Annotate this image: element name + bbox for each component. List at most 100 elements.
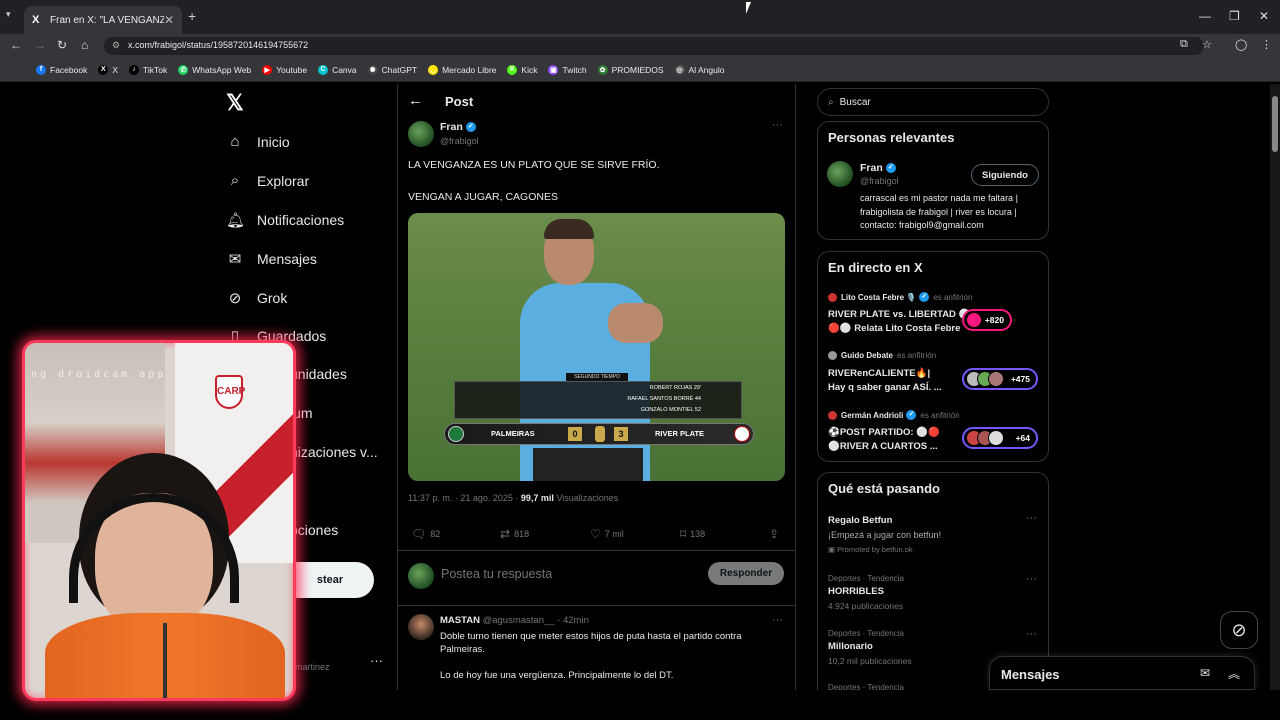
nav-item-grok[interactable]: ⊘ Grok [226,289,288,307]
nav-label: Notificaciones [257,212,345,228]
minimize-icon[interactable]: — [1199,9,1211,23]
author-handle[interactable]: @frabigol [440,136,479,146]
bookmark-item[interactable]: f Facebook [36,64,87,75]
nav-item-mensajes[interactable]: ✉ Mensajes [226,250,317,268]
trend-name[interactable]: HORRIBLES [828,586,884,597]
bookmark-item[interactable]: ♪ TikTok [129,64,167,75]
bookmark-item[interactable]: ◡ Mercado Libre [428,64,496,75]
grok-floating-icon[interactable]: ⊘ [1220,611,1258,649]
nav-label: Inicio [257,133,290,150]
comment-more-icon[interactable]: ··· [772,614,783,626]
live-listeners-pill[interactable]: +820 [962,309,1012,331]
bookmark-action[interactable]: ⌑ 138 [680,527,705,541]
bookmark-item[interactable]: ◎ Al Angulo [674,64,725,75]
author-avatar[interactable] [408,121,434,147]
trend-name[interactable]: Regalo Betfun [828,515,892,526]
home-browser-icon[interactable]: ⌂ [81,38,88,52]
nav-item-inicio[interactable]: ⌂ Inicio [226,133,290,150]
promoted-label: ▣ Promoted by betfun.ok [828,545,913,554]
browser-tab[interactable]: X Fran en X: "LA VENGANZA ES U ✕ [24,6,182,34]
url-text: x.com/frabigol/status/195872014619475567… [128,40,309,50]
account-more-icon[interactable]: ··· [370,653,383,668]
bookmark-label: Al Angulo [688,64,725,75]
repost-action[interactable]: ⇄ 818 [500,527,529,541]
relevant-avatar[interactable] [827,161,853,187]
bookmark-item[interactable]: ▶ Youtube [262,64,307,75]
repost-icon: ⇄ [500,527,511,541]
close-window-icon[interactable]: ✕ [1259,9,1269,23]
restore-icon[interactable]: ❐ [1229,9,1240,23]
forward-icon[interactable]: → [34,38,46,52]
following-button[interactable]: Siguiendo [971,164,1039,186]
away-score: 3 [614,427,628,441]
reload-icon[interactable]: ↻ [57,38,67,52]
jacket-zip [163,623,167,698]
new-tab-icon[interactable]: + [188,8,196,24]
scrollbar-thumb[interactable] [1272,96,1278,152]
scorer-line: ROBERT ROJAS 29' [649,385,701,391]
live-title-line: ⚽POST PARTIDO: ⚪🔴 [828,427,940,438]
trend-more-icon[interactable]: ··· [1026,573,1037,585]
live-host[interactable]: Germán Andrioli ✓ es anfitrión [828,410,960,420]
live-title[interactable]: RIVER PLATE vs. LIBERTAD ⚪ 🔴⚪ Relata Lito… [828,308,970,335]
nav-item-mas-opciones[interactable]: pciones [290,522,338,538]
host-role: es anfitrión [897,351,937,360]
nav-item-monetizaciones[interactable]: nizaciones v... [290,444,378,460]
url-field[interactable]: ⚙ x.com/frabigol/status/1958720146194755… [104,37,1204,55]
live-title[interactable]: ⚽POST PARTIDO: ⚪🔴 ⚪RIVER A CUARTOS ... [828,426,940,453]
live-title-line: RIVERenCALIENTE🔥| [828,368,931,379]
river-crest-icon: CARP [215,375,245,409]
search-input[interactable]: ⌕ Buscar [817,88,1049,116]
bookmark-item[interactable]: K Kick [507,64,538,75]
page-scrollbar[interactable] [1270,84,1280,690]
comment-avatar[interactable] [408,614,434,640]
back-arrow-icon[interactable]: ← [408,92,423,109]
browser-menu-icon[interactable]: ⋮ [1261,38,1272,51]
comment-handle[interactable]: @agusmastan__ · 42min [480,615,589,626]
comment-author[interactable]: MASTAN [440,615,480,626]
live-title[interactable]: RIVERenCALIENTE🔥| Hay q saber ganar ASÍ. … [828,367,942,394]
author-name[interactable]: Fran ✓ [440,121,476,133]
reply-button[interactable]: Responder [708,562,784,585]
messages-drawer[interactable]: Mensajes ✉ ︽ [989,656,1255,690]
reply-input[interactable]: Postea tu respuesta [441,567,552,581]
live-title-line: Hay q saber ganar ASÍ. ... [828,381,942,393]
x-logo-icon[interactable]: 𝕏 [226,90,244,116]
close-tab-icon[interactable]: ✕ [164,13,174,27]
new-message-icon[interactable]: ✉ [1200,666,1210,680]
trend-more-icon[interactable]: ··· [1026,512,1037,524]
bookmark-label: Kick [521,64,538,75]
share-action[interactable]: ⇪ [769,527,783,541]
post-time[interactable]: 11:37 p. m. · 21 ago. 2025 · [408,493,521,503]
install-app-icon[interactable]: ⧉ [1180,38,1188,51]
bookmark-item[interactable]: ▣ Twitch [548,64,587,75]
comment-text: Doble turno tienen que meter estos hijos… [440,631,742,655]
reply-action[interactable]: 🗨︎ 82 [411,527,440,541]
nav-item-comunidades[interactable]: unidades [290,366,347,382]
post-media-image[interactable]: SEGUNDO TIEMPO ROBERT ROJAS 29' RAFAEL S… [408,213,785,481]
bookmark-item[interactable]: ✆ WhatsApp Web [178,64,251,75]
nav-item-explorar[interactable]: ⌕ Explorar [226,172,309,189]
live-listeners-pill[interactable]: +64 [962,427,1038,449]
trend-name[interactable]: Millonario [828,641,873,652]
live-host[interactable]: Guido Debate es anfitrión [828,351,936,360]
live-listeners-pill[interactable]: +475 [962,368,1038,390]
bookmark-favicon-icon: ◡ [428,64,439,75]
bookmark-item[interactable]: ✺ ChatGPT [367,64,417,75]
relevant-name[interactable]: Fran ✓ [860,162,896,174]
like-action[interactable]: ♡ 7 mil [590,527,624,541]
bookmark-item[interactable]: XX [98,64,118,75]
live-host[interactable]: Lito Costa Febre 🎙️ ✓ es anfitrión [828,292,972,302]
site-info-icon[interactable]: ⚙ [112,40,120,51]
bookmark-item[interactable]: ✿ PROMIEDOS [597,64,664,75]
trend-more-icon[interactable]: ··· [1026,628,1037,640]
relevant-handle[interactable]: @frabigol [860,176,899,186]
profile-icon[interactable]: ◯ [1235,38,1247,51]
post-more-icon[interactable]: ··· [772,119,783,131]
bookmark-item[interactable]: C Canva [318,64,357,75]
bookmark-star-icon[interactable]: ☆ [1202,38,1212,51]
nav-item-notificaciones[interactable]: 🔔︎ Notificaciones [226,211,344,229]
expand-icon[interactable]: ︽ [1228,665,1240,682]
back-icon[interactable]: ← [10,38,22,52]
tab-search-icon[interactable]: ▾ [6,9,11,20]
